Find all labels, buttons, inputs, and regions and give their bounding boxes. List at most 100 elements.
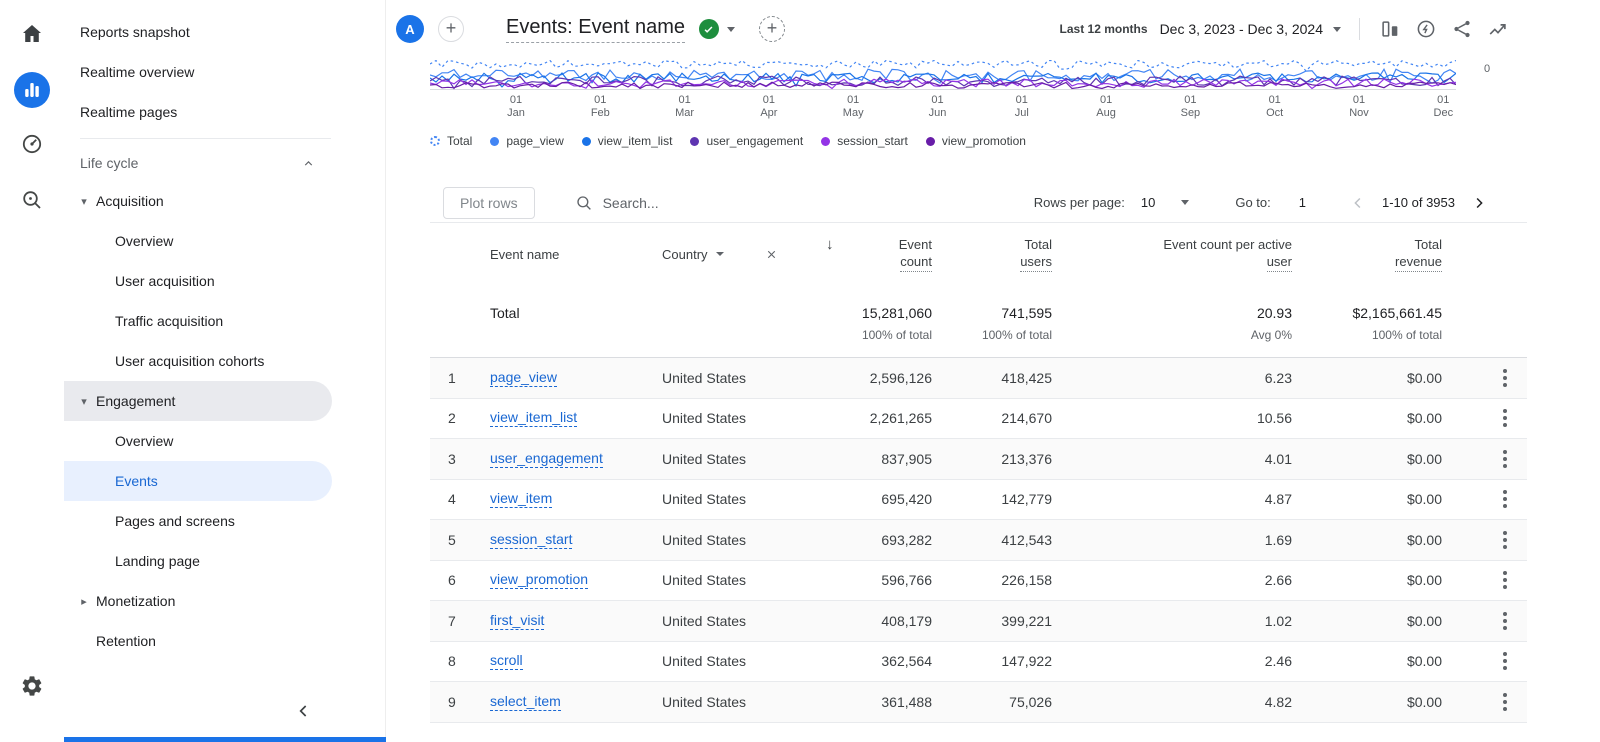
section-label: Life cycle bbox=[80, 155, 138, 171]
table-row[interactable]: 9 select_item United States 361,488 75,0… bbox=[430, 682, 1527, 723]
table-row[interactable]: 1 page_view United States 2,596,126 418,… bbox=[430, 358, 1527, 399]
event-name-link[interactable]: view_item bbox=[490, 490, 552, 508]
sidebar-collapse-button[interactable] bbox=[291, 698, 317, 724]
rows-per-page-select[interactable]: 10 bbox=[1141, 195, 1155, 210]
sidebar-item-realtime-pages[interactable]: Realtime pages bbox=[64, 92, 332, 132]
legend-item-page_view[interactable]: page_view bbox=[490, 134, 563, 148]
insights-button[interactable] bbox=[1408, 11, 1444, 47]
row-menu-button[interactable] bbox=[1499, 689, 1511, 715]
add-comparison-button[interactable] bbox=[438, 16, 464, 42]
next-page-button[interactable] bbox=[1467, 191, 1491, 215]
total-users-cell: 399,221 bbox=[932, 613, 1052, 629]
secondary-dimension-caret[interactable] bbox=[716, 252, 724, 256]
event-name-link[interactable]: session_start bbox=[490, 531, 572, 549]
event-name-link[interactable]: view_item_list bbox=[490, 409, 577, 427]
admin-settings-button[interactable] bbox=[12, 666, 52, 706]
row-menu-button[interactable] bbox=[1499, 405, 1511, 431]
explore-report-button[interactable] bbox=[1480, 11, 1516, 47]
row-menu-button[interactable] bbox=[1499, 486, 1511, 512]
nav-advertising-button[interactable] bbox=[12, 124, 52, 164]
event-name-link[interactable]: view_promotion bbox=[490, 571, 588, 589]
report-title[interactable]: Events: Event name bbox=[506, 16, 685, 43]
remove-secondary-dimension-button[interactable] bbox=[765, 248, 778, 261]
sidebar-item-acquisition[interactable]: Acquisition bbox=[64, 181, 332, 221]
nav-home-button[interactable] bbox=[12, 14, 52, 54]
go-to-page-input[interactable]: 1 bbox=[1299, 195, 1306, 210]
app-icon-rail bbox=[0, 0, 64, 742]
ga4-analytics-app: Reports snapshot Realtime overview Realt… bbox=[0, 0, 1600, 742]
sidebar-item-user-acquisition-cohorts[interactable]: User acquisition cohorts bbox=[64, 341, 332, 381]
event-name-link[interactable]: scroll bbox=[490, 652, 523, 670]
table-search[interactable] bbox=[575, 194, 813, 212]
revenue-cell: $0.00 bbox=[1292, 572, 1442, 588]
table-row[interactable]: 6 view_promotion United States 596,766 2… bbox=[430, 561, 1527, 602]
event-name-link[interactable]: select_item bbox=[490, 693, 561, 711]
pagination-controls: Rows per page: 10 Go to: 1 1-10 of 3953 bbox=[1034, 191, 1491, 215]
title-dropdown-caret[interactable] bbox=[727, 27, 735, 32]
chevron-up-icon[interactable] bbox=[302, 157, 315, 170]
row-menu-button[interactable] bbox=[1499, 648, 1511, 674]
legend-item-Total[interactable]: Total bbox=[430, 134, 472, 148]
table-row[interactable]: 5 session_start United States 693,282 41… bbox=[430, 520, 1527, 561]
event-name-link[interactable]: first_visit bbox=[490, 612, 544, 630]
event-count-per-user-header[interactable]: Event count per active user bbox=[1052, 236, 1292, 272]
rows-per-page-label: Rows per page: bbox=[1034, 195, 1125, 210]
rows-per-page-caret[interactable] bbox=[1181, 200, 1189, 205]
per-user-cell: 1.02 bbox=[1052, 613, 1292, 629]
sidebar-item-landing-page[interactable]: Landing page bbox=[64, 541, 332, 581]
x-axis-tick: 01Feb bbox=[591, 94, 610, 120]
sidebar-section-life-cycle[interactable]: Life cycle bbox=[64, 145, 385, 181]
sidebar-item-user-acquisition[interactable]: User acquisition bbox=[64, 261, 332, 301]
comparisons-button[interactable] bbox=[1372, 11, 1408, 47]
sidebar-item-engagement[interactable]: Engagement bbox=[64, 381, 332, 421]
nav-reports-button[interactable] bbox=[14, 72, 50, 108]
legend-item-view_item_list[interactable]: view_item_list bbox=[582, 134, 673, 148]
date-range-caret[interactable] bbox=[1333, 27, 1341, 32]
series-dot-icon bbox=[926, 137, 935, 146]
nav-explore-button[interactable] bbox=[12, 180, 52, 220]
share-button[interactable] bbox=[1444, 11, 1480, 47]
data-quality-check-button[interactable] bbox=[699, 19, 719, 39]
event-name-link[interactable]: page_view bbox=[490, 369, 557, 387]
comparison-avatar[interactable]: A bbox=[396, 15, 424, 43]
event-count-header[interactable]: ↓ Event count bbox=[782, 236, 932, 272]
legend-item-session_start[interactable]: session_start bbox=[821, 134, 908, 148]
sidebar-item-engagement-overview[interactable]: Overview bbox=[64, 421, 332, 461]
customize-report-button[interactable] bbox=[759, 16, 785, 42]
sidebar-item-reports-snapshot[interactable]: Reports snapshot bbox=[64, 12, 332, 52]
sidebar-item-pages-and-screens[interactable]: Pages and screens bbox=[64, 501, 332, 541]
metric-header-line: Event count per active bbox=[1163, 236, 1292, 253]
table-row[interactable]: 2 view_item_list United States 2,261,265… bbox=[430, 399, 1527, 440]
table-row[interactable]: 3 user_engagement United States 837,905 … bbox=[430, 439, 1527, 480]
row-menu-button[interactable] bbox=[1499, 567, 1511, 593]
total-revenue-header[interactable]: Total revenue bbox=[1292, 236, 1442, 272]
sidebar-item-events[interactable]: Events bbox=[64, 461, 332, 501]
table-row[interactable]: 8 scroll United States 362,564 147,922 2… bbox=[430, 642, 1527, 683]
sidebar-item-monetization[interactable]: Monetization bbox=[64, 581, 332, 621]
sidebar-item-acquisition-overview[interactable]: Overview bbox=[64, 221, 332, 261]
search-input[interactable] bbox=[603, 195, 813, 211]
dimension-header[interactable]: Event name bbox=[486, 247, 662, 262]
sidebar-item-retention[interactable]: Retention bbox=[64, 621, 332, 661]
table-row[interactable]: 4 view_item United States 695,420 142,77… bbox=[430, 480, 1527, 521]
sidebar-scroll-indicator bbox=[64, 737, 386, 742]
sidebar-item-traffic-acquisition[interactable]: Traffic acquisition bbox=[64, 301, 332, 341]
per-user-cell: 10.56 bbox=[1052, 410, 1292, 426]
plot-rows-button[interactable]: Plot rows bbox=[443, 187, 535, 219]
previous-page-button[interactable] bbox=[1346, 191, 1370, 215]
total-users-header[interactable]: Total users bbox=[932, 236, 1052, 272]
revenue-cell: $0.00 bbox=[1292, 613, 1442, 629]
date-range-value[interactable]: Dec 3, 2023 - Dec 3, 2024 bbox=[1160, 21, 1323, 37]
legend-item-view_promotion[interactable]: view_promotion bbox=[926, 134, 1026, 148]
series-dot-icon bbox=[582, 137, 591, 146]
secondary-dimension-label[interactable]: Country bbox=[662, 247, 708, 262]
row-menu-button[interactable] bbox=[1499, 527, 1511, 553]
row-menu-button[interactable] bbox=[1499, 365, 1511, 391]
event-name-link[interactable]: user_engagement bbox=[490, 450, 603, 468]
revenue-cell: $0.00 bbox=[1292, 653, 1442, 669]
sidebar-item-realtime-overview[interactable]: Realtime overview bbox=[64, 52, 332, 92]
row-menu-button[interactable] bbox=[1499, 608, 1511, 634]
row-menu-button[interactable] bbox=[1499, 446, 1511, 472]
table-row[interactable]: 7 first_visit United States 408,179 399,… bbox=[430, 601, 1527, 642]
legend-item-user_engagement[interactable]: user_engagement bbox=[690, 134, 803, 148]
